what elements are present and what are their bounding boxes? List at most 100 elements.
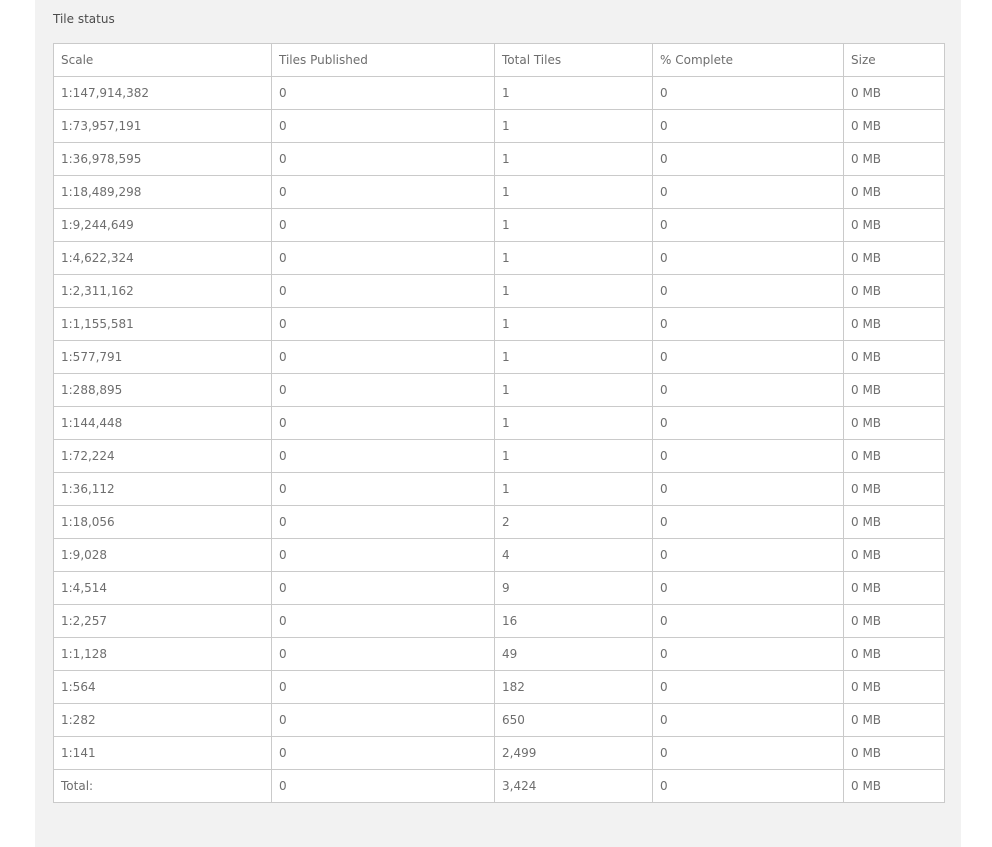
total-tiles-cell: 1 (494, 406, 653, 440)
total-scale-cell: Total: (53, 769, 272, 803)
total-tiles-cell: 1 (494, 142, 653, 176)
percent-complete-cell: 0 (652, 406, 844, 440)
tiles-published-cell: 0 (271, 340, 495, 374)
size-cell: 0 MB (843, 175, 945, 209)
total-tiles-cell: 1 (494, 307, 653, 341)
size-cell: 0 MB (843, 571, 945, 605)
total-tiles-cell: 1 (494, 472, 653, 506)
table-row: 1:144,448 0 1 0 0 MB (53, 406, 945, 440)
percent-complete-cell: 0 (652, 76, 844, 110)
scale-cell: 1:2,257 (53, 604, 272, 638)
size-cell: 0 MB (843, 109, 945, 143)
percent-complete-cell: 0 (652, 538, 844, 572)
total-tiles-cell: 2,499 (494, 736, 653, 770)
percent-complete-cell: 0 (652, 571, 844, 605)
scale-cell: 1:18,489,298 (53, 175, 272, 209)
percent-complete-cell: 0 (652, 637, 844, 671)
percent-complete-cell: 0 (652, 736, 844, 770)
table-row: 1:564 0 182 0 0 MB (53, 670, 945, 704)
scale-cell: 1:72,224 (53, 439, 272, 473)
total-tiles-cell: 2 (494, 505, 653, 539)
percent-complete-cell: 0 (652, 703, 844, 737)
total-tiles-cell: 1 (494, 76, 653, 110)
percent-complete-cell: 0 (652, 373, 844, 407)
total-tiles-cell: 1 (494, 274, 653, 308)
table-row: 1:141 0 2,499 0 0 MB (53, 736, 945, 770)
size-cell: 0 MB (843, 340, 945, 374)
column-header-percent-complete: % Complete (652, 43, 844, 77)
total-tiles-cell: 4 (494, 538, 653, 572)
table-row: 1:4,514 0 9 0 0 MB (53, 571, 945, 605)
total-tiles-cell: 650 (494, 703, 653, 737)
size-cell: 0 MB (843, 472, 945, 506)
size-cell: 0 MB (843, 406, 945, 440)
section-title: Tile status (53, 12, 115, 26)
tiles-published-cell: 0 (271, 505, 495, 539)
percent-complete-cell: 0 (652, 340, 844, 374)
tiles-published-cell: 0 (271, 571, 495, 605)
tiles-published-cell: 0 (271, 736, 495, 770)
tiles-published-cell: 0 (271, 208, 495, 242)
size-cell: 0 MB (843, 670, 945, 704)
tiles-published-cell: 0 (271, 109, 495, 143)
tiles-published-cell: 0 (271, 637, 495, 671)
total-tiles-cell: 1 (494, 439, 653, 473)
tiles-published-cell: 0 (271, 241, 495, 275)
size-cell: 0 MB (843, 208, 945, 242)
tiles-published-cell: 0 (271, 142, 495, 176)
size-cell: 0 MB (843, 505, 945, 539)
column-header-tiles-published: Tiles Published (271, 43, 495, 77)
table-row: 1:4,622,324 0 1 0 0 MB (53, 241, 945, 275)
percent-complete-cell: 0 (652, 505, 844, 539)
scale-cell: 1:9,028 (53, 538, 272, 572)
tiles-published-cell: 0 (271, 538, 495, 572)
tiles-published-cell: 0 (271, 373, 495, 407)
table-row: 1:282 0 650 0 0 MB (53, 703, 945, 737)
total-tiles-cell: 1 (494, 208, 653, 242)
percent-complete-cell: 0 (652, 241, 844, 275)
scale-cell: 1:4,514 (53, 571, 272, 605)
tiles-published-cell: 0 (271, 703, 495, 737)
size-cell: 0 MB (843, 373, 945, 407)
size-cell: 0 MB (843, 736, 945, 770)
total-tiles-cell: 9 (494, 571, 653, 605)
scale-cell: 1:18,056 (53, 505, 272, 539)
table-row: 1:1,128 0 49 0 0 MB (53, 637, 945, 671)
size-cell: 0 MB (843, 439, 945, 473)
size-cell: 0 MB (843, 604, 945, 638)
table-row: 1:9,028 0 4 0 0 MB (53, 538, 945, 572)
tiles-published-cell: 0 (271, 76, 495, 110)
total-tiles-cell: 182 (494, 670, 653, 704)
table-row: 1:18,056 0 2 0 0 MB (53, 505, 945, 539)
total-tiles-cell: 1 (494, 175, 653, 209)
total-tiles-published-cell: 0 (271, 769, 495, 803)
scale-cell: 1:147,914,382 (53, 76, 272, 110)
size-cell: 0 MB (843, 76, 945, 110)
column-header-total-tiles: Total Tiles (494, 43, 653, 77)
table-body: 1:147,914,382 0 1 0 0 MB 1:73,957,191 0 1 0 0 MB 1… (53, 76, 945, 803)
scale-cell: 1:2,311,162 (53, 274, 272, 308)
scale-cell: 1:1,128 (53, 637, 272, 671)
total-size-cell: 0 MB (843, 769, 945, 803)
percent-complete-cell: 0 (652, 604, 844, 638)
table-row: 1:18,489,298 0 1 0 0 MB (53, 175, 945, 209)
scale-cell: 1:144,448 (53, 406, 272, 440)
scale-cell: 1:73,957,191 (53, 109, 272, 143)
percent-complete-cell: 0 (652, 208, 844, 242)
percent-complete-cell: 0 (652, 472, 844, 506)
tiles-published-cell: 0 (271, 175, 495, 209)
table-row: 1:36,112 0 1 0 0 MB (53, 472, 945, 506)
percent-complete-cell: 0 (652, 142, 844, 176)
size-cell: 0 MB (843, 274, 945, 308)
percent-complete-cell: 0 (652, 175, 844, 209)
table-header-row: Scale Tiles Published Total Tiles % Comp… (53, 43, 945, 77)
total-tiles-cell: 16 (494, 604, 653, 638)
table-row: 1:577,791 0 1 0 0 MB (53, 340, 945, 374)
column-header-size: Size (843, 43, 945, 77)
table-row: 1:2,311,162 0 1 0 0 MB (53, 274, 945, 308)
table-row: 1:2,257 0 16 0 0 MB (53, 604, 945, 638)
scale-cell: 1:4,622,324 (53, 241, 272, 275)
column-header-scale: Scale (53, 43, 272, 77)
scale-cell: 1:1,155,581 (53, 307, 272, 341)
scale-cell: 1:36,112 (53, 472, 272, 506)
